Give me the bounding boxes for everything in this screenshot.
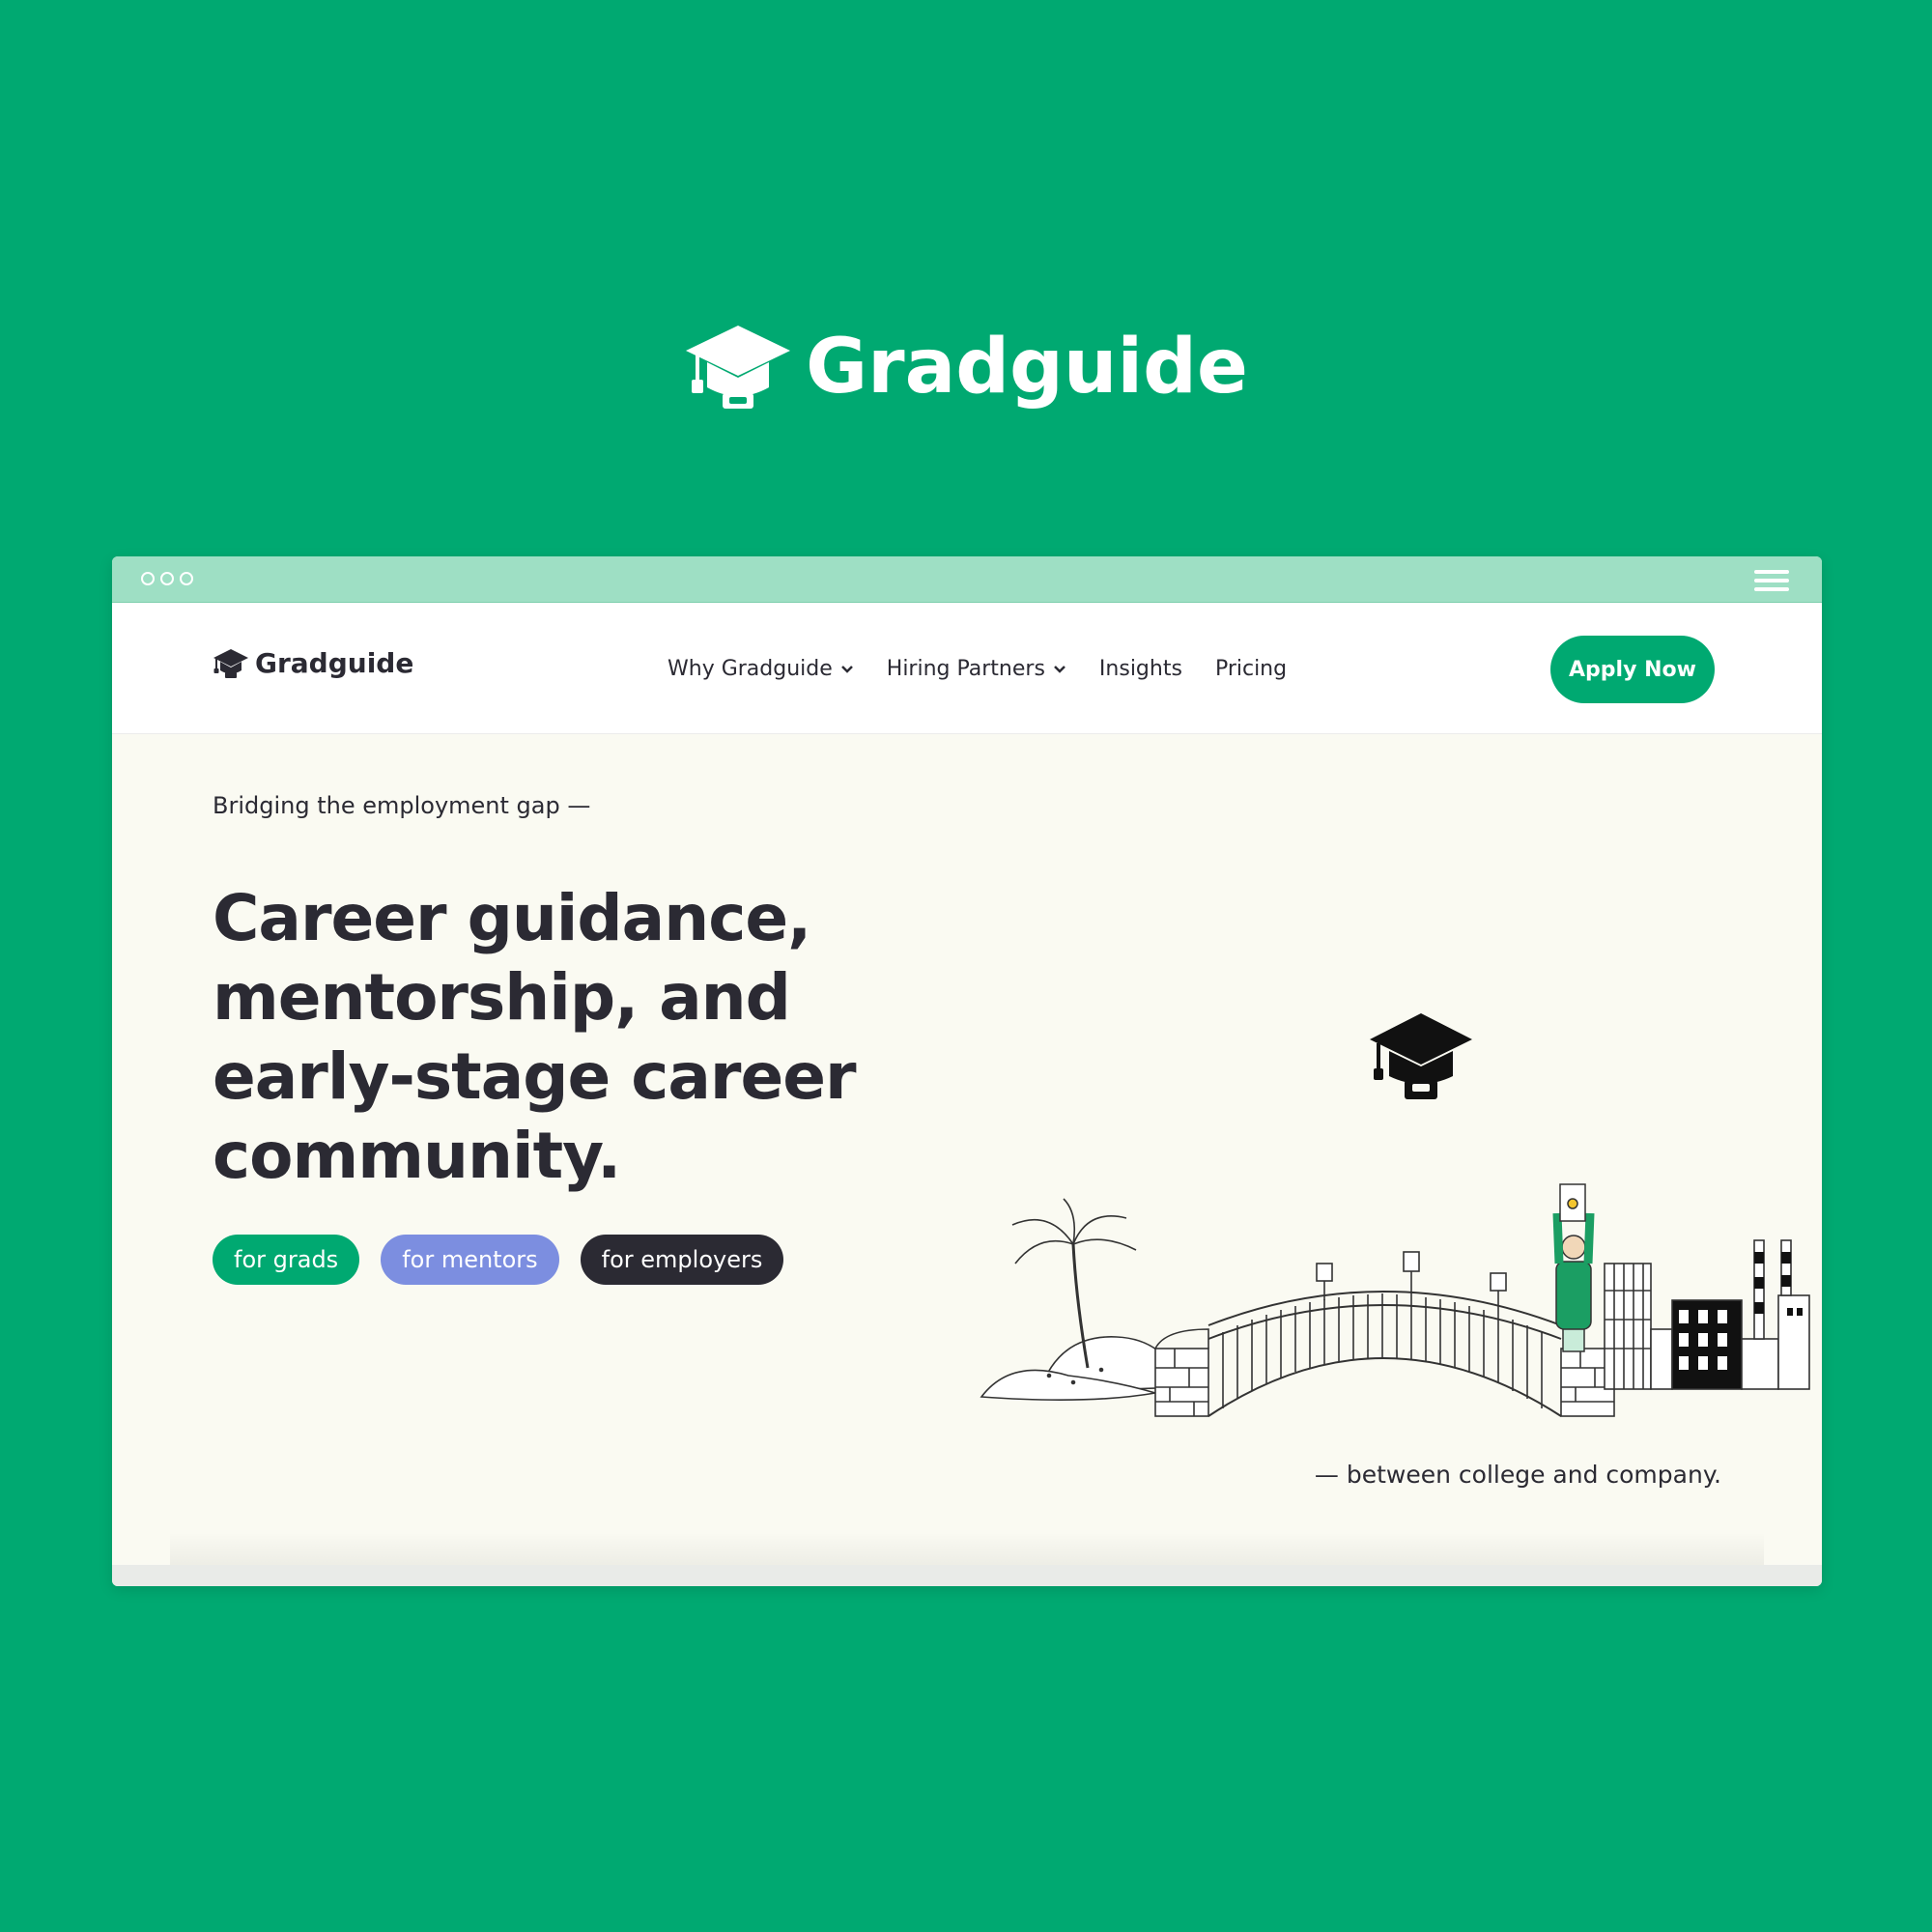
graduation-cap-icon: [213, 648, 248, 678]
apply-now-button[interactable]: Apply Now: [1550, 636, 1715, 703]
hamburger-menu-icon[interactable]: [1754, 570, 1789, 591]
headline-line: early-stage career: [213, 1039, 857, 1114]
graduate-figure-icon: [1552, 1183, 1595, 1352]
pill-for-mentors[interactable]: for mentors: [381, 1235, 559, 1285]
island-palm-icon: [980, 1198, 1186, 1401]
chevron-down-icon: [1054, 665, 1065, 673]
nav-link-pricing[interactable]: Pricing: [1215, 657, 1287, 681]
nav-link-label: Hiring Partners: [886, 657, 1045, 681]
headline-line: community.: [213, 1119, 621, 1193]
site-navbar: Gradguide Why Gradguide Hiring Partners …: [112, 603, 1822, 734]
audience-pills: for grads for mentors for employers: [213, 1235, 784, 1285]
graduation-cap-icon: [686, 326, 791, 409]
brand-name: Gradguide: [806, 324, 1248, 411]
hero-eyebrow: Bridging the employment gap —: [213, 792, 591, 819]
window-bottom-edge: [112, 1565, 1822, 1586]
nav-links: Why Gradguide Hiring Partners Insights P…: [668, 657, 1320, 681]
graduation-cap-icon: [1370, 1013, 1472, 1099]
nav-link-hiring-partners[interactable]: Hiring Partners: [887, 657, 1066, 681]
window-dots-icon: [141, 572, 193, 585]
browser-chrome: [112, 556, 1822, 603]
headline-line: Career guidance,: [213, 881, 811, 955]
nav-logo[interactable]: Gradguide: [213, 647, 413, 679]
window-bottom-fade: [170, 1532, 1764, 1565]
hero-headline: Career guidance, mentorship, and early-s…: [213, 879, 889, 1196]
hero-illustration: [980, 1013, 1810, 1417]
nav-link-label: Pricing: [1214, 657, 1288, 681]
nav-logo-text: Gradguide: [255, 647, 414, 679]
hero-tagline: — between college and company.: [1314, 1461, 1721, 1489]
chevron-down-icon: [840, 665, 853, 673]
nav-link-insights[interactable]: Insights: [1099, 657, 1182, 681]
nav-link-why-gradguide[interactable]: Why Gradguide: [668, 657, 854, 681]
pill-for-grads[interactable]: for grads: [213, 1235, 360, 1285]
pill-for-employers[interactable]: for employers: [580, 1235, 784, 1285]
city-buildings-icon: [1604, 1239, 1810, 1390]
nav-link-label: Why Gradguide: [668, 657, 833, 681]
browser-window: Gradguide Why Gradguide Hiring Partners …: [112, 556, 1822, 1586]
nav-link-label: Insights: [1098, 657, 1182, 681]
bridge-icon: [1154, 1251, 1615, 1417]
headline-line: mentorship, and: [213, 960, 791, 1035]
brand-header: Gradguide: [0, 314, 1932, 420]
